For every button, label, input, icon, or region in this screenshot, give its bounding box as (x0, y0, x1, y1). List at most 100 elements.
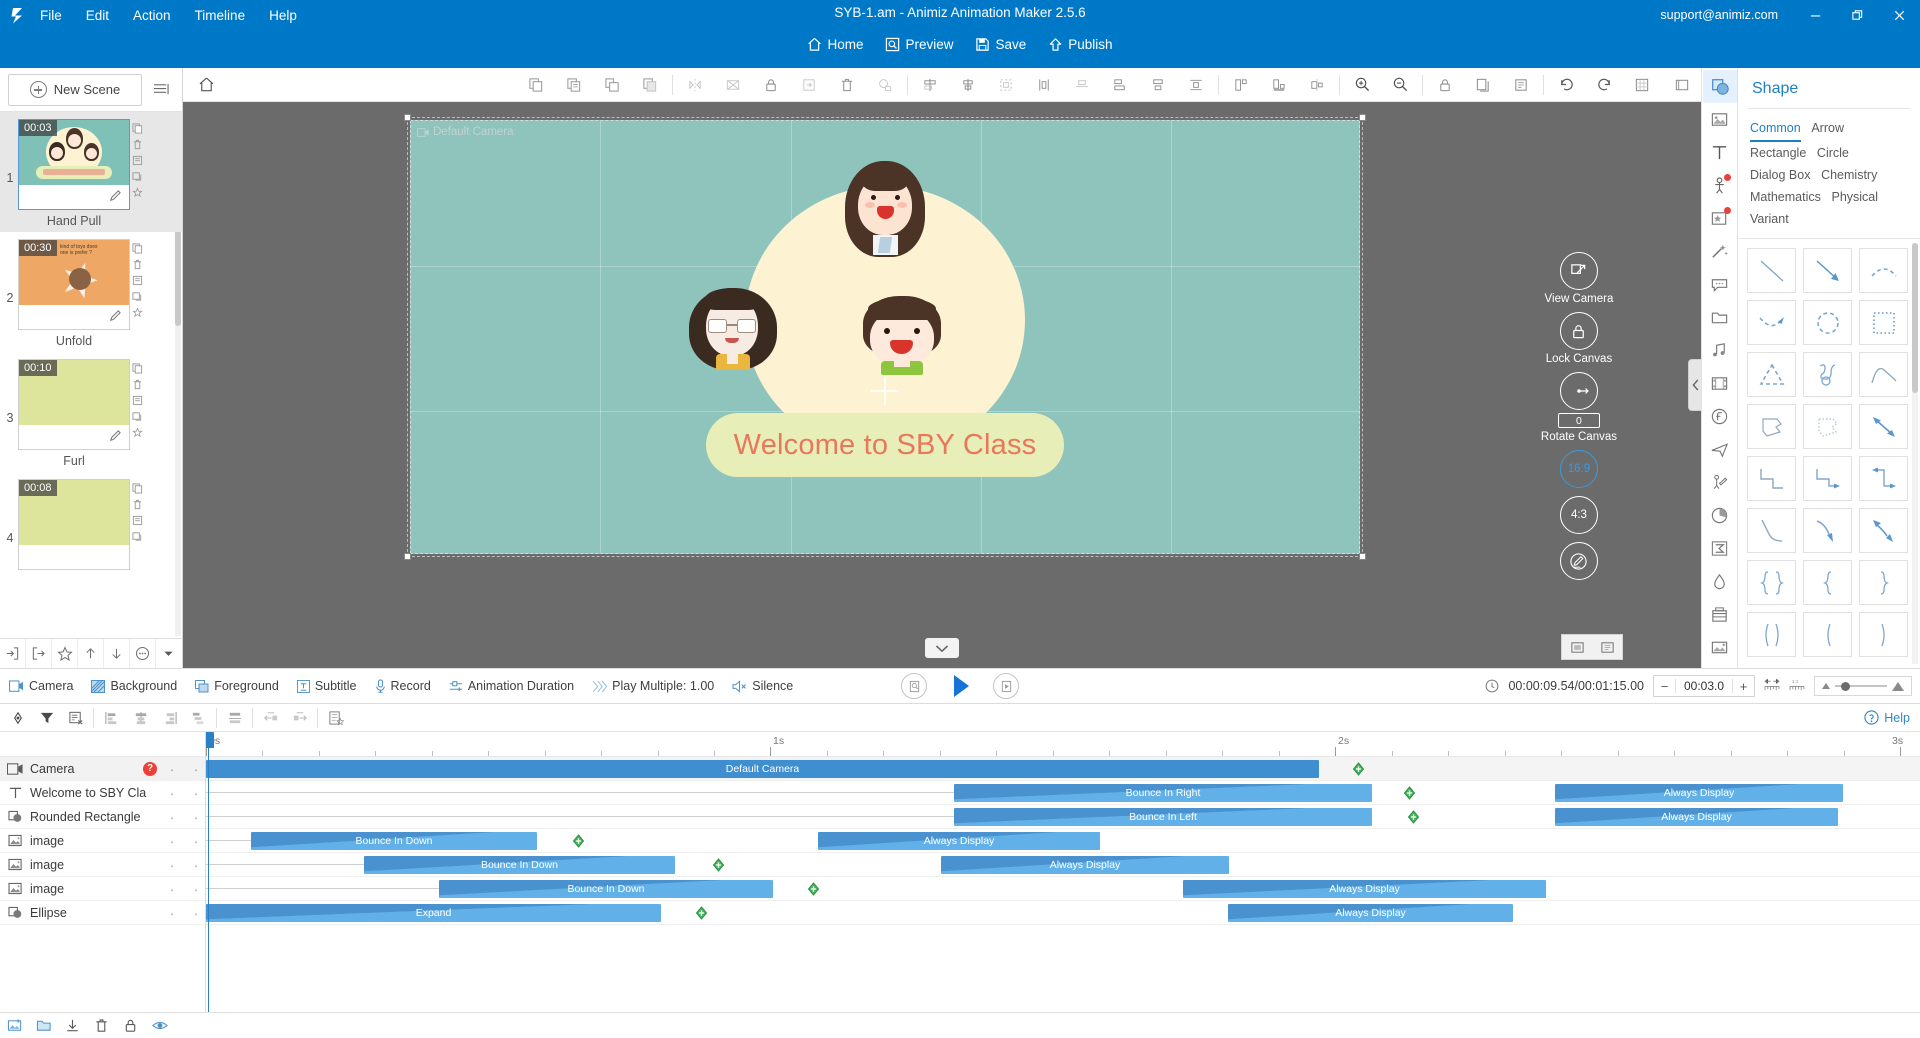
music-icon[interactable] (1703, 334, 1737, 367)
more-options-icon[interactable] (130, 639, 156, 668)
clip-always-display[interactable]: Always Display (818, 832, 1100, 850)
paren-left-shape[interactable] (1803, 612, 1852, 657)
scene-card[interactable]: kind of toys does one is prefer ? 00:30 (18, 239, 130, 330)
layers-icon[interactable] (1464, 69, 1502, 101)
publish-button[interactable]: Publish (1037, 30, 1123, 58)
clip-bounce-in-down[interactable]: Bounce In Down (251, 832, 537, 850)
add-media-icon[interactable] (0, 1013, 29, 1038)
clip-always-display[interactable]: Always Display (941, 856, 1229, 874)
clipboard-icon[interactable] (1502, 69, 1540, 101)
clip-bounce-in-left[interactable]: Bounce In Left (954, 808, 1372, 826)
home-button[interactable]: Home (796, 30, 874, 58)
track-row-image-2[interactable]: image · · (0, 853, 205, 877)
scene-delete-icon[interactable] (130, 497, 145, 511)
chart-icon[interactable] (1703, 499, 1737, 532)
scene-list-options-button[interactable] (148, 75, 174, 105)
track-lock-dot[interactable]: · (187, 906, 205, 920)
track-visibility-dot[interactable]: · (163, 786, 181, 800)
paste-icon[interactable] (593, 69, 631, 101)
space-h-icon[interactable] (1260, 69, 1298, 101)
effects-icon[interactable] (1703, 235, 1737, 268)
scene-note-icon[interactable] (130, 153, 145, 167)
scene-note-icon[interactable] (130, 273, 145, 287)
scene-star-icon[interactable] (130, 305, 145, 319)
edit-pencil-icon[interactable] (108, 308, 123, 326)
double-arrow-shape[interactable] (1859, 404, 1908, 449)
sticker-icon[interactable] (1703, 202, 1737, 235)
grid-icon[interactable] (1623, 69, 1661, 101)
clip-row-ellipse[interactable]: Expand Always Display (206, 901, 1920, 925)
clip-default-camera[interactable]: Default Camera (206, 760, 1319, 778)
dashed-circle-shape[interactable] (1803, 300, 1852, 345)
line-shape[interactable] (1747, 248, 1796, 293)
shape-tab-chemistry[interactable]: Chemistry (1821, 165, 1877, 186)
subtitle-button[interactable]: Subtitle (288, 668, 366, 704)
clip-bounce-in-right[interactable]: Bounce In Right (954, 784, 1372, 802)
zoom-in-icon[interactable] (1343, 69, 1381, 101)
location-lock-icon[interactable] (866, 69, 904, 101)
clip-row-camera[interactable]: Default Camera (206, 757, 1920, 781)
curve-arrow-shape[interactable] (1803, 508, 1852, 553)
align-right-icon[interactable] (987, 69, 1025, 101)
playhead[interactable] (206, 732, 214, 1012)
shape-icon[interactable] (1702, 70, 1737, 103)
align-top-icon[interactable] (1063, 69, 1101, 101)
lock-canvas-button[interactable] (1559, 312, 1598, 350)
menu-action[interactable]: Action (121, 5, 183, 26)
shape-scrollbar-thumb[interactable] (1912, 243, 1918, 393)
distribute-h-icon[interactable] (1177, 69, 1215, 101)
hand-draw-icon[interactable] (1703, 466, 1737, 499)
minimize-button[interactable] (1794, 0, 1836, 30)
shift-left-icon[interactable] (256, 705, 285, 731)
delete-icon[interactable] (828, 69, 866, 101)
scene-note-icon[interactable] (130, 513, 145, 527)
new-scene-button[interactable]: New Scene (8, 73, 142, 106)
keyframe-marker[interactable] (807, 882, 820, 896)
play-all-button[interactable] (993, 673, 1019, 699)
scene-copy-icon[interactable] (130, 121, 145, 135)
bookmark-icon[interactable] (321, 705, 350, 731)
export-scene-icon[interactable] (26, 639, 52, 668)
menu-timeline[interactable]: Timeline (183, 5, 258, 26)
track-warning-badge[interactable]: ? (143, 761, 157, 776)
scene-item-4[interactable]: 4 00:08 (0, 472, 182, 574)
view-camera-button[interactable] (1559, 252, 1598, 290)
clip-bounce-in-down[interactable]: Bounce In Down (364, 856, 675, 874)
step-line-shape[interactable] (1747, 456, 1796, 501)
scene-delete-icon[interactable] (130, 257, 145, 271)
image-icon[interactable] (1703, 103, 1737, 136)
align-center-h-icon[interactable] (949, 69, 987, 101)
shape-tab-arrow[interactable]: Arrow (1811, 118, 1844, 139)
clip-always-display[interactable]: Always Display (1183, 880, 1546, 898)
shape-tab-rectangle[interactable]: Rectangle (1750, 143, 1806, 164)
keyframe-add-icon[interactable] (3, 705, 32, 731)
undo-icon[interactable] (1547, 69, 1585, 101)
move-down-icon[interactable] (104, 639, 130, 668)
import-scene-icon[interactable] (0, 639, 26, 668)
actual-size-icon[interactable] (1592, 635, 1622, 659)
zoom-out-icon[interactable] (1381, 69, 1419, 101)
gallery-icon[interactable] (1703, 631, 1737, 664)
clip-bounce-in-down[interactable]: Bounce In Down (439, 880, 773, 898)
flip-icon[interactable] (676, 69, 714, 101)
clip-expand[interactable]: Expand (206, 904, 661, 922)
actual-size-icon[interactable]: 1:1 (1789, 678, 1805, 695)
align-clips-center-icon[interactable] (126, 705, 155, 731)
account-email[interactable]: support@animiz.com (1660, 8, 1794, 22)
s-curve-shape[interactable] (1859, 352, 1908, 397)
clear-filter-icon[interactable] (61, 705, 90, 731)
timeline-tracks-area[interactable]: 0s 1s 2s 3s Default Camera Bounce In Rig… (206, 732, 1920, 1012)
zoom-knob[interactable] (1841, 681, 1851, 691)
lock-ratio-icon[interactable] (1426, 69, 1464, 101)
keyframe-marker[interactable] (1407, 810, 1420, 824)
brace-left-shape[interactable] (1803, 560, 1852, 605)
paren-right-shape[interactable] (1859, 612, 1908, 657)
scene-delete-icon[interactable] (130, 137, 145, 151)
handle-tl[interactable] (404, 114, 411, 121)
scene-note-icon[interactable] (130, 393, 145, 407)
move-up-icon[interactable] (78, 639, 104, 668)
duration-decrease-button[interactable]: − (1654, 676, 1675, 696)
favorite-star-icon[interactable] (52, 639, 78, 668)
align-clips-left-icon[interactable] (97, 705, 126, 731)
visibility-icon[interactable] (145, 1013, 174, 1038)
